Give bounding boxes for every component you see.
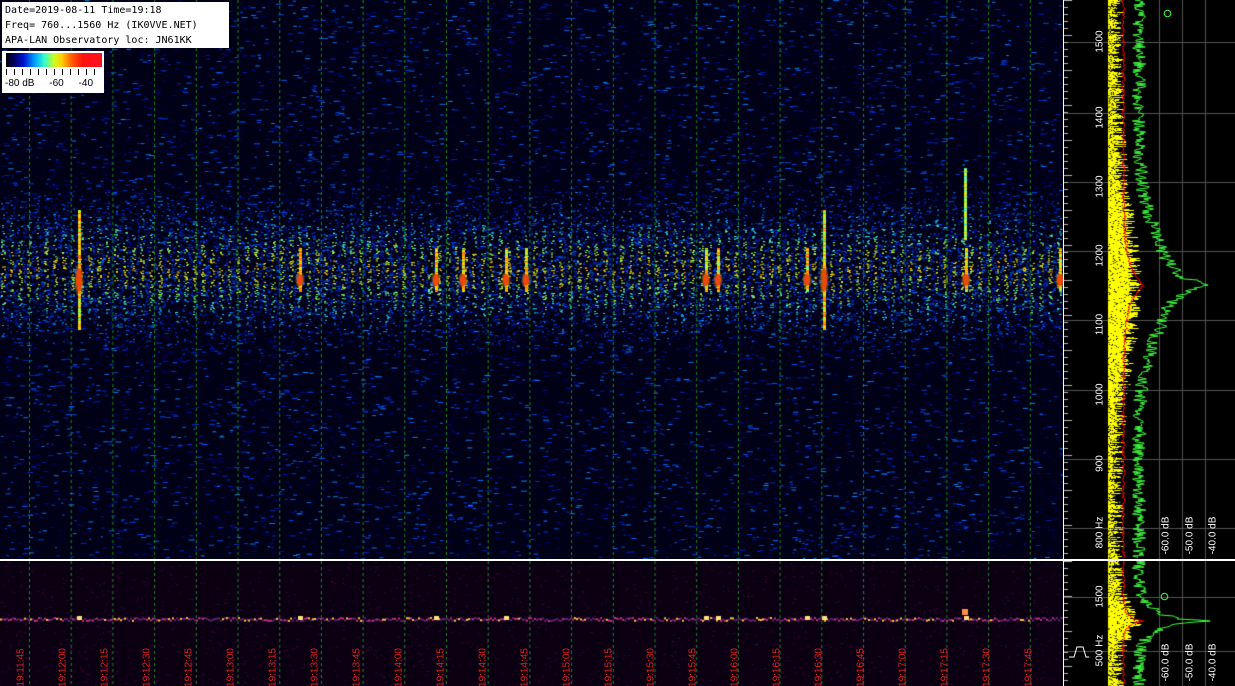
time-label: 19:13:30 <box>309 648 321 686</box>
time-label: 19:16:30 <box>813 648 825 686</box>
time-label: 19:14:45 <box>519 648 531 686</box>
time-label: 19:17:15 <box>939 648 951 686</box>
marker-circle-icon <box>1160 592 1169 601</box>
panel-separator <box>0 559 1235 561</box>
time-label: 19:11:45 <box>15 648 27 686</box>
time-label: 19:13:15 <box>267 648 279 686</box>
time-label: 19:17:30 <box>981 648 993 686</box>
time-label: 19:12:45 <box>183 648 195 686</box>
lower-freq-label: 500 Hz <box>1094 634 1106 667</box>
freq-label: 1400 <box>1094 106 1106 129</box>
time-label: 19:14:15 <box>435 648 447 686</box>
scale-label-mid: -60 <box>49 78 64 89</box>
freq-label: 1100 <box>1094 313 1106 336</box>
waterfall-main[interactable] <box>0 0 1063 559</box>
scale-label-min: -80 dB <box>5 78 35 89</box>
db-label: -40.0 dB <box>1207 516 1219 555</box>
freq-label: 1000 <box>1094 383 1106 406</box>
db-label: -40.0 dB <box>1207 643 1219 682</box>
db-label: -60.0 dB <box>1160 516 1172 555</box>
time-label: 19:12:00 <box>57 648 69 686</box>
color-scale: -80 dB -60 -40 <box>2 51 104 93</box>
freq-label: 1200 <box>1094 244 1106 267</box>
freq-label: 1300 <box>1094 175 1106 198</box>
db-label: -50.0 dB <box>1184 643 1196 682</box>
spectrogram-window: Date=2019-08-11 Time=19:18 Freq= 760...1… <box>0 0 1235 686</box>
db-label: -50.0 dB <box>1184 516 1196 555</box>
freq-label: 800 Hz <box>1094 516 1106 549</box>
date-time-line: Date=2019-08-11 Time=19:18 <box>5 5 162 16</box>
info-box: Date=2019-08-11 Time=19:18 Freq= 760...1… <box>2 2 229 48</box>
time-label: 19:17:45 <box>1023 648 1035 686</box>
vertical-separator <box>1063 0 1064 686</box>
time-label: 19:17:00 <box>897 648 909 686</box>
time-label: 19:15:15 <box>603 648 615 686</box>
lower-freq-label: 1500 <box>1094 585 1106 608</box>
scale-label-max: -40 <box>78 78 93 89</box>
time-label: 19:14:00 <box>393 648 405 686</box>
time-label: 19:12:30 <box>141 648 153 686</box>
time-label: 19:15:00 <box>561 648 573 686</box>
time-label: 19:14:30 <box>477 648 489 686</box>
color-scale-bar <box>6 53 102 67</box>
freq-range-line: Freq= 760...1560 Hz (IK0VVE.NET) <box>5 20 198 31</box>
time-label: 19:13:00 <box>225 648 237 686</box>
db-label: -60.0 dB <box>1160 643 1172 682</box>
freq-label: 900 <box>1094 455 1106 472</box>
color-scale-labels: -80 dB -60 -40 <box>5 78 103 89</box>
spectrum-panel <box>1064 0 1235 559</box>
time-label: 19:13:45 <box>351 648 363 686</box>
time-label: 19:16:15 <box>771 648 783 686</box>
waveform-icon <box>1069 646 1089 658</box>
observatory-line: APA-LAN Observatory loc: JN61KK <box>5 35 192 46</box>
time-label: 19:12:15 <box>99 648 111 686</box>
time-label: 19:16:45 <box>855 648 867 686</box>
color-scale-ticks <box>6 69 102 75</box>
time-label: 19:15:30 <box>645 648 657 686</box>
freq-label: 1500 <box>1094 30 1106 53</box>
marker-circle-icon <box>1163 9 1172 18</box>
time-label: 19:16:00 <box>729 648 741 686</box>
time-label: 19:15:45 <box>687 648 699 686</box>
